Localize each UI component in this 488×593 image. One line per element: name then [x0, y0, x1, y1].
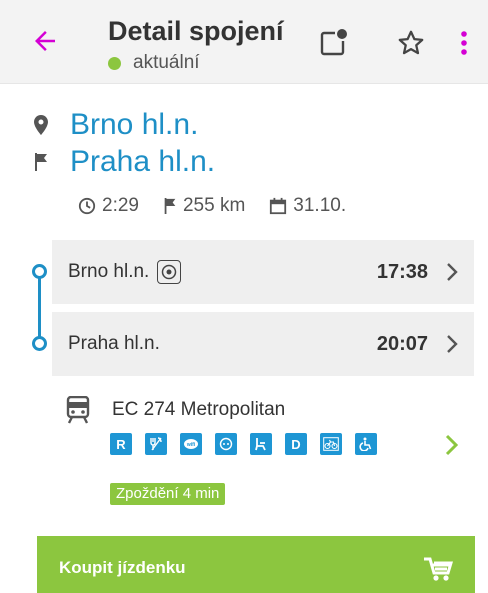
- page-title: Detail spojení: [108, 16, 284, 46]
- to-station: Praha hl.n.: [70, 145, 216, 178]
- star-icon[interactable]: [396, 28, 426, 58]
- amenities-list[interactable]: R wifi D: [110, 433, 390, 455]
- stop-time: 20:07: [376, 332, 428, 355]
- timeline-dot: [32, 336, 47, 351]
- chevron-right-icon: [447, 263, 458, 281]
- route-from: Brno hl.n.: [34, 108, 198, 142]
- train-name: EC 274 Metropolitan: [112, 399, 286, 420]
- chevron-right-icon[interactable]: [444, 434, 458, 456]
- clock-icon: [78, 197, 96, 215]
- train-icon: [66, 396, 90, 424]
- wifi-icon: wifi: [180, 433, 202, 455]
- cart-icon: [424, 557, 453, 581]
- location-pin-icon: [34, 115, 48, 135]
- date-value: 31.10.: [293, 195, 347, 216]
- app-bar: Detail spojení aktuální: [0, 0, 488, 84]
- reservation-icon: R: [110, 433, 132, 455]
- route-meta: 2:29 255 km 31.10.: [78, 195, 370, 217]
- stop-name: Praha hl.n.: [68, 333, 160, 354]
- platform-icon[interactable]: [157, 260, 182, 284]
- delay-badge: Zpoždění 4 min: [110, 483, 226, 505]
- chevron-right-icon: [447, 335, 458, 353]
- from-station: Brno hl.n.: [70, 108, 199, 141]
- svg-text:wifi: wifi: [186, 442, 196, 448]
- flag-icon: [35, 153, 47, 171]
- distance: 255 km: [163, 195, 245, 217]
- seat-icon: [250, 433, 272, 455]
- status-indicator: aktuální: [108, 52, 200, 74]
- status-label: aktuální: [133, 52, 200, 73]
- stop-row-departure[interactable]: Brno hl.n. 17:38: [52, 240, 474, 304]
- buy-ticket-button[interactable]: Koupit jízdenku: [37, 536, 475, 593]
- calendar-icon: [270, 197, 287, 215]
- duration-value: 2:29: [102, 195, 139, 216]
- timeline-line: [38, 272, 41, 344]
- stop-row-arrival[interactable]: Praha hl.n. 20:07: [52, 312, 474, 376]
- more-vert-icon[interactable]: [458, 28, 470, 58]
- train-info[interactable]: EC 274 Metropolitan: [66, 396, 285, 424]
- stop-name: Brno hl.n.: [68, 261, 150, 282]
- wheelchair-icon: [355, 433, 377, 455]
- status-dot-icon: [108, 56, 121, 70]
- back-arrow-icon[interactable]: [30, 26, 60, 56]
- distance-value: 255 km: [182, 195, 246, 216]
- stop-time: 17:38: [376, 260, 428, 283]
- timeline-dot: [32, 264, 47, 279]
- notification-badge-icon[interactable]: [318, 28, 348, 58]
- date: 31.10.: [269, 195, 346, 217]
- socket-icon: [215, 433, 237, 455]
- dining-car-icon: D: [285, 433, 307, 455]
- duration: 2:29: [78, 195, 139, 217]
- bicycle-icon: [320, 433, 342, 455]
- buy-ticket-label: Koupit jízdenku: [59, 558, 186, 577]
- restaurant-icon: [145, 433, 167, 455]
- route-to: Praha hl.n.: [34, 145, 215, 179]
- flag-icon: [164, 198, 176, 214]
